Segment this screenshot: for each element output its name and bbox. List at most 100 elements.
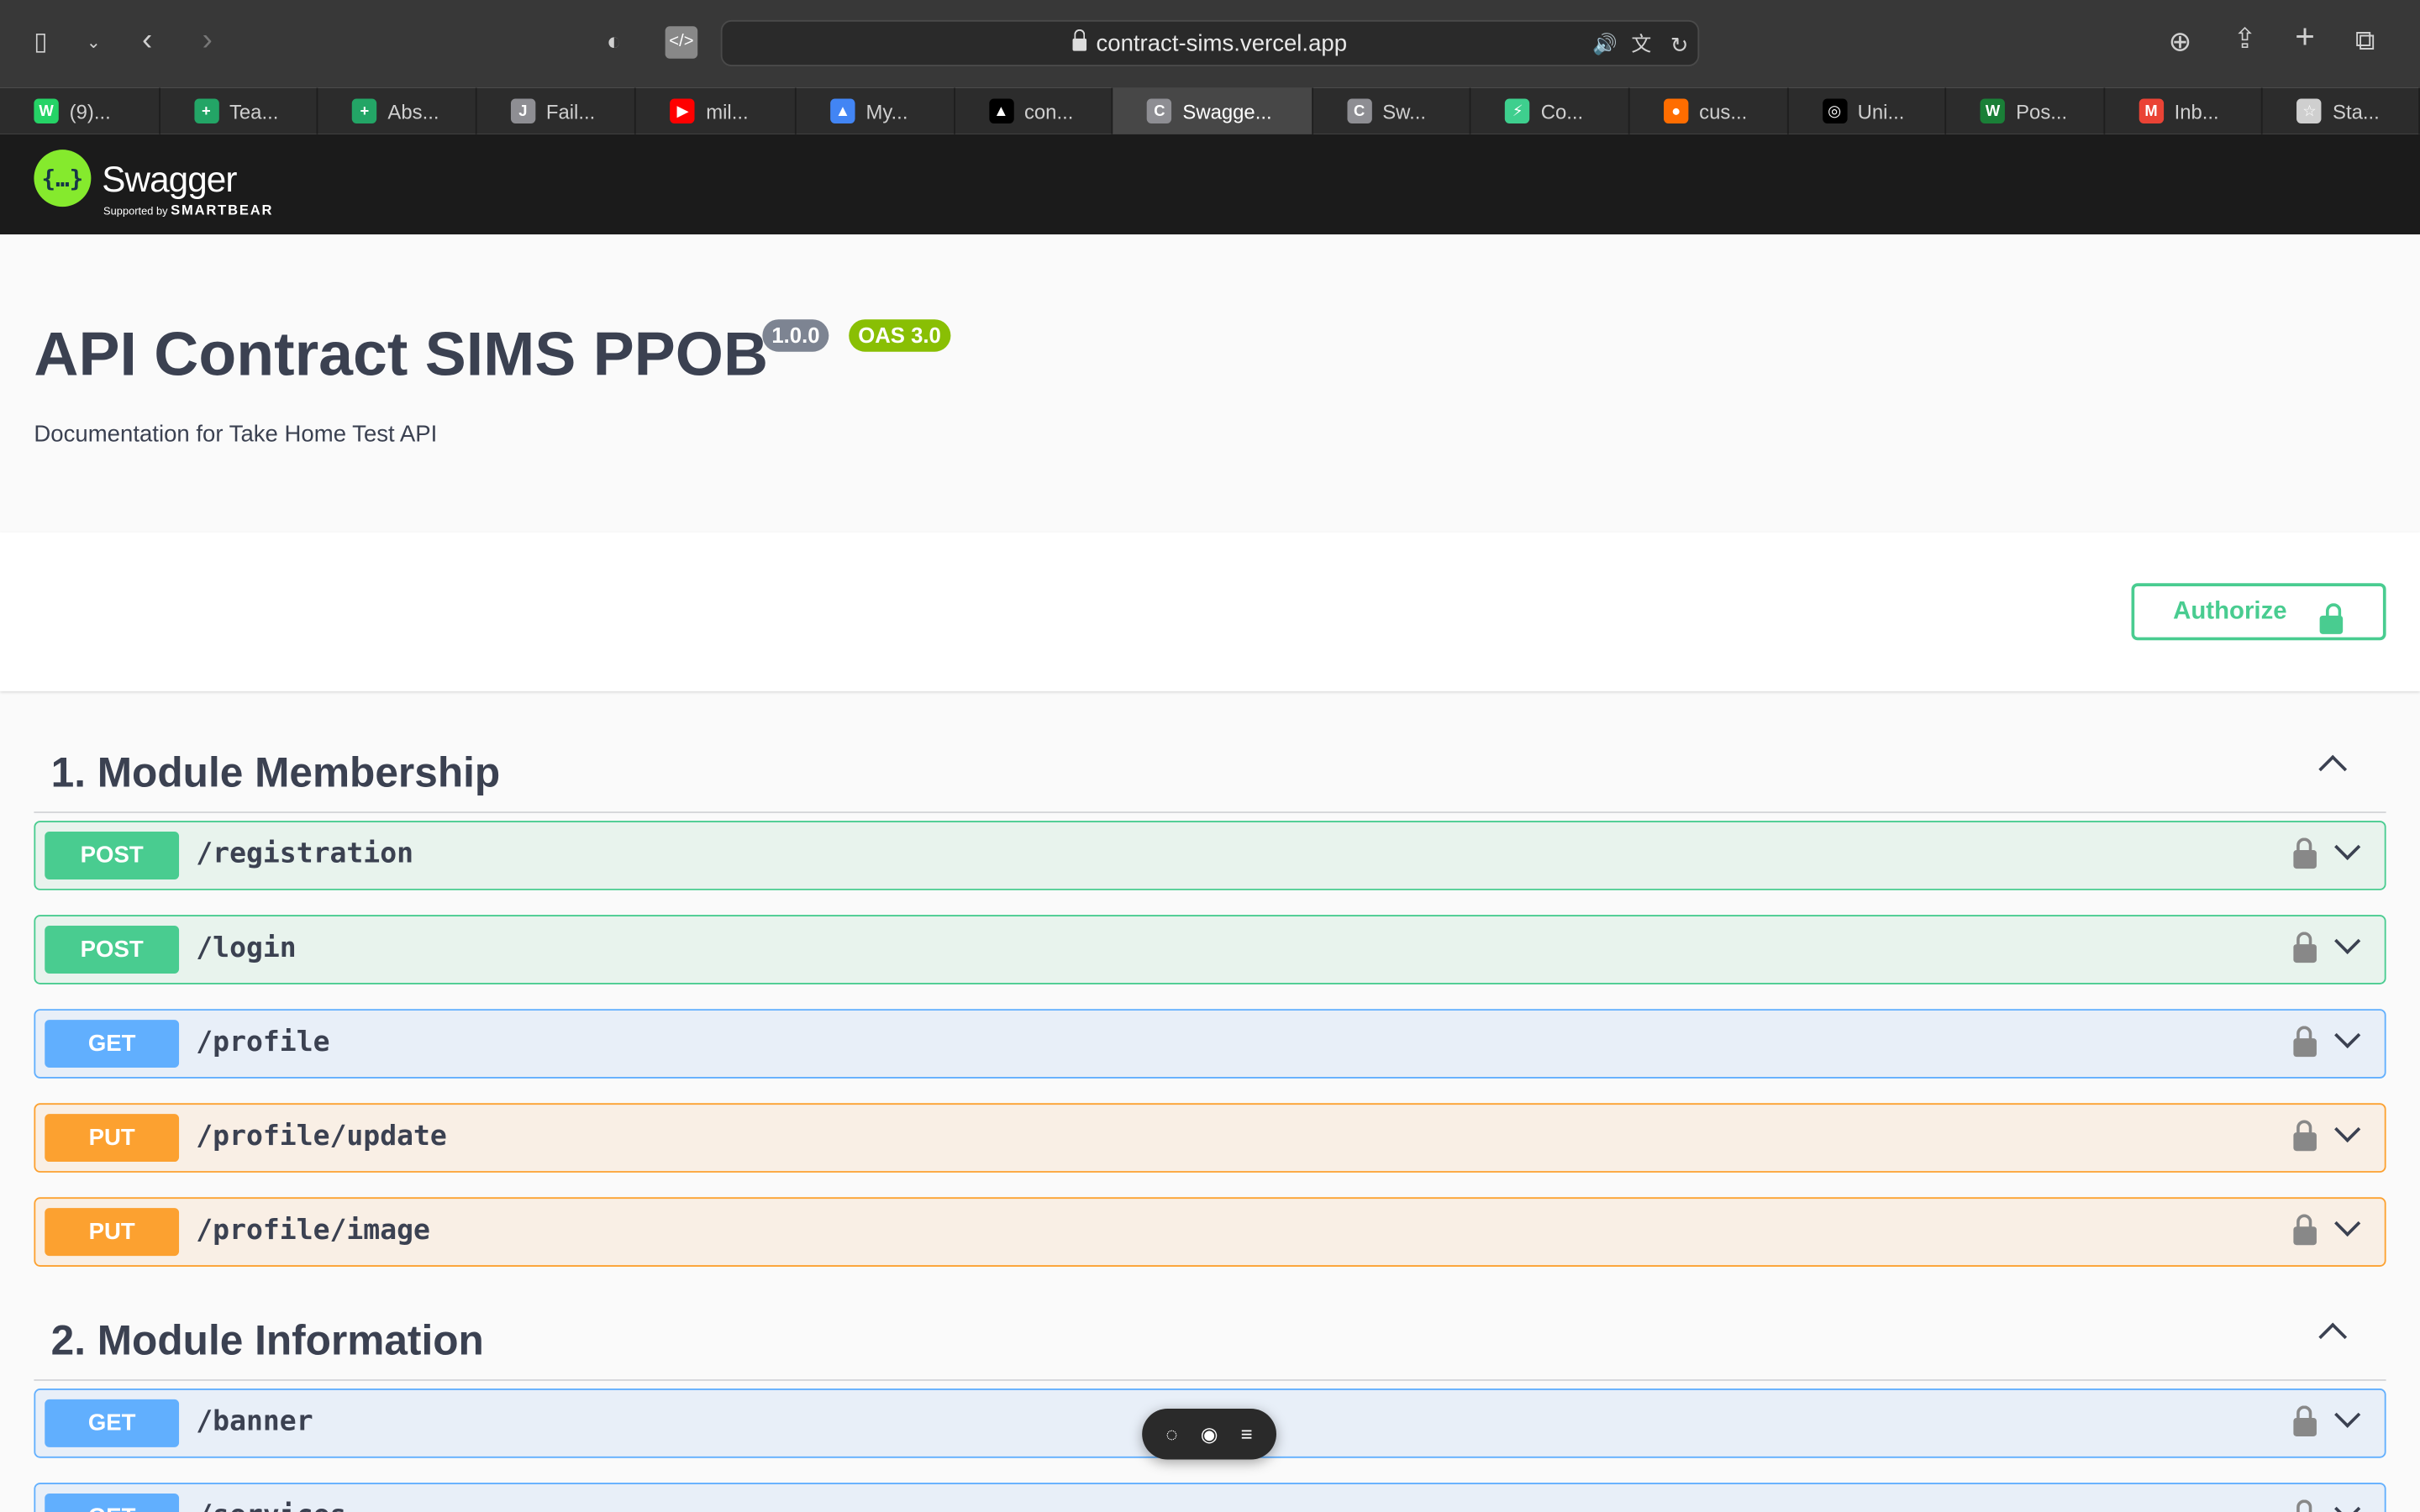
lock-icon[interactable] (2293, 1214, 2317, 1246)
speaker-icon[interactable]: 🔊 (1592, 29, 1618, 60)
endpoint-path: /profile/image (196, 1214, 430, 1247)
new-tab-icon[interactable]: + (2295, 19, 2315, 53)
browser-tab[interactable]: + Tea... (160, 87, 318, 134)
tab-label: My... (865, 99, 908, 123)
tab-label: Swagge... (1182, 99, 1272, 123)
tab-favicon-icon: C (1147, 98, 1172, 123)
lock-icon[interactable] (2293, 837, 2317, 869)
section-title: 2. Module Information (50, 1317, 484, 1364)
tab-label: mil... (706, 99, 749, 123)
chevron-down-icon[interactable] (2334, 1401, 2361, 1428)
unlocked-icon (2319, 603, 2344, 634)
tab-label: Uni... (1857, 99, 1905, 123)
browser-tab[interactable]: C Sw... (1313, 87, 1472, 134)
lock-icon[interactable] (2293, 1120, 2317, 1152)
tab-favicon-icon: M (2139, 98, 2164, 123)
reload-icon[interactable]: ↻ (1670, 29, 1689, 60)
eye-icon[interactable]: ◉ (1201, 1422, 1218, 1446)
menu-icon[interactable]: ≡ (1241, 1422, 1253, 1446)
operation-get[interactable]: GET/profile (34, 1009, 2386, 1079)
section-title: 1. Module Membership (50, 749, 501, 796)
operation-post[interactable]: POST/login (34, 915, 2386, 984)
browser-tab[interactable]: W (9)... (0, 87, 160, 134)
browser-tab[interactable]: ◎ Uni... (1788, 87, 1947, 134)
lock-icon[interactable] (2293, 1026, 2317, 1058)
tab-favicon-icon: ▶ (670, 98, 696, 123)
tab-label: Fail... (545, 99, 596, 123)
endpoint-path: /services (196, 1499, 346, 1512)
chevron-down-icon[interactable] (2334, 1021, 2361, 1049)
endpoint-path: /registration (196, 837, 414, 870)
endpoint-path: /profile/update (196, 1120, 447, 1153)
section-header[interactable]: 1. Module Membership (34, 721, 2386, 813)
lock-icon (1072, 29, 1087, 51)
floating-toolbar: ◌ ◉ ≡ (1142, 1408, 1276, 1460)
tab-favicon-icon: ⚡ (1505, 98, 1530, 123)
browser-tab[interactable]: M Inb... (2105, 87, 2264, 134)
tab-favicon-icon: ◎ (1822, 98, 1847, 123)
chevron-down-icon[interactable] (2334, 833, 2361, 860)
forward-icon[interactable]: › (203, 24, 213, 55)
comment-icon[interactable]: ◌ (1165, 1422, 1177, 1446)
browser-tab[interactable]: ▲ My... (797, 87, 955, 134)
shield-icon[interactable]: ◐ (607, 28, 622, 59)
download-icon[interactable]: ⊕ (2169, 26, 2192, 57)
tab-label: (9)... (69, 99, 111, 123)
browser-tab[interactable]: + Abs... (318, 87, 477, 134)
tab-label: Abs... (387, 99, 439, 123)
tab-favicon-icon: + (193, 98, 219, 123)
chevron-down-icon[interactable] (2334, 1116, 2361, 1143)
tab-favicon-icon: C (1347, 98, 1372, 123)
swagger-logo-icon[interactable]: {…} (34, 150, 92, 207)
lock-icon[interactable] (2293, 1499, 2317, 1512)
chevron-down-icon[interactable]: ⌄ (87, 28, 101, 59)
authorize-button[interactable]: Authorize (2131, 583, 2386, 641)
endpoint-path: /profile (196, 1026, 330, 1058)
tab-favicon-icon: ● (1663, 98, 1689, 123)
browser-tab[interactable]: ⚡ Co... (1471, 87, 1630, 134)
tab-label: Inb... (2174, 99, 2219, 123)
tab-overview-icon[interactable]: ⧉ (2355, 24, 2375, 55)
share-icon[interactable]: ⇪ (2233, 24, 2257, 55)
api-description: Documentation for Take Home Test API (34, 421, 438, 448)
sidebar-toggle-icon[interactable]: ▯ (34, 28, 47, 59)
tab-favicon-icon: W (34, 98, 59, 123)
tab-label: con... (1023, 99, 1074, 123)
translate-icon[interactable]: 文 (1631, 29, 1651, 60)
browser-tab[interactable]: C Swagge... (1113, 87, 1313, 134)
browser-tab[interactable]: ☆ Sta... (2263, 87, 2420, 134)
address-bar[interactable]: contract-sims.vercel.app 🔊 文 ↻ (720, 19, 1700, 66)
browser-tab[interactable]: ▶ mil... (637, 87, 797, 134)
code-icon[interactable]: </> (665, 26, 698, 59)
oas-badge: OAS 3.0 (849, 319, 950, 352)
tab-favicon-icon: ☆ (2296, 98, 2323, 123)
section-header[interactable]: 2. Module Information (34, 1289, 2386, 1381)
tab-favicon-icon: ▲ (830, 98, 855, 123)
lock-icon[interactable] (2293, 1405, 2317, 1436)
tab-favicon-icon: + (352, 98, 377, 123)
tab-label: cus... (1699, 99, 1748, 123)
lock-icon[interactable] (2293, 932, 2317, 963)
operation-get[interactable]: GET/services (34, 1483, 2386, 1512)
operation-put[interactable]: PUT/profile/update (34, 1103, 2386, 1173)
chevron-down-icon[interactable] (2334, 1495, 2361, 1512)
back-icon[interactable]: ‹ (142, 24, 152, 55)
browser-tab[interactable]: J Fail... (476, 87, 637, 134)
tab-label: Pos... (2016, 99, 2068, 123)
chevron-up-icon[interactable] (2318, 1322, 2348, 1352)
operation-put[interactable]: PUT/profile/image (34, 1197, 2386, 1267)
tab-favicon-icon: ▲ (988, 98, 1014, 123)
page-title: API Contract SIMS PPOB (34, 321, 769, 389)
method-badge: GET (45, 1020, 180, 1068)
browser-tab[interactable]: W Pos... (1946, 87, 2105, 134)
chevron-down-icon[interactable] (2334, 927, 2361, 954)
tab-label: Tea... (229, 99, 279, 123)
chevron-down-icon[interactable] (2334, 1210, 2361, 1237)
method-badge: GET (45, 1399, 180, 1447)
operation-post[interactable]: POST/registration (34, 821, 2386, 890)
browser-tab[interactable]: ▲ con... (955, 87, 1113, 134)
chevron-up-icon[interactable] (2318, 754, 2348, 784)
tab-label: Sta... (2333, 99, 2380, 123)
version-badge: 1.0.0 (762, 319, 829, 352)
browser-tab[interactable]: ● cus... (1630, 87, 1788, 134)
